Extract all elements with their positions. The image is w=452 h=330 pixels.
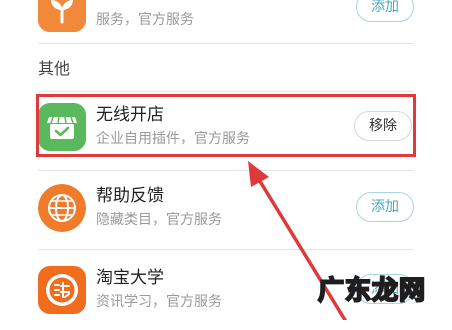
- app-title: 淘宝大学: [96, 268, 164, 288]
- divider: [38, 249, 414, 250]
- remove-button[interactable]: 移除: [354, 111, 412, 141]
- app-page: 服务，官方服务 添加 其他 无线开店 企业自用插件，官方服务 移除 帮助反馈 隐…: [0, 0, 452, 320]
- app-title: 帮助反馈: [96, 186, 164, 206]
- plant-icon: [38, 0, 86, 32]
- divider: [38, 43, 414, 44]
- app-row-top[interactable]: 服务，官方服务 添加: [0, 0, 452, 48]
- store-icon: [38, 103, 86, 151]
- app-subtitle: 资讯学习，官方服务: [96, 294, 222, 310]
- app-row-help-feedback[interactable]: 帮助反馈 隐藏类目，官方服务 添加: [0, 170, 452, 248]
- app-subtitle: 隐藏类目，官方服务: [96, 212, 222, 228]
- add-button[interactable]: 添加: [356, 192, 414, 222]
- watermark-text: 广东龙网: [317, 275, 427, 307]
- taobao-university-icon: [38, 266, 86, 314]
- app-subtitle: 服务，官方服务: [96, 12, 194, 28]
- add-button[interactable]: 添加: [356, 0, 414, 22]
- section-label-other: 其他: [38, 59, 71, 78]
- app-title: 无线开店: [96, 105, 164, 125]
- globe-icon: [38, 184, 86, 232]
- app-subtitle: 企业自用插件，官方服务: [96, 131, 250, 147]
- app-row-wireless-store[interactable]: 无线开店 企业自用插件，官方服务 移除: [0, 89, 452, 167]
